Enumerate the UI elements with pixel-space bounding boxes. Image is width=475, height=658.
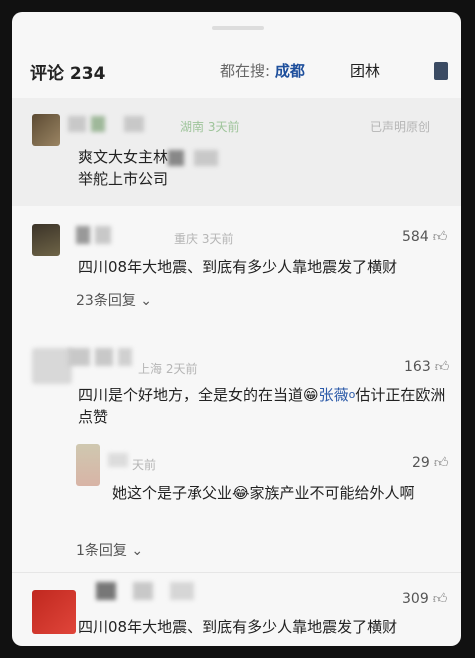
comment-text: 四川08年大地震、到底有多少人靠地震发了横财 xyxy=(78,258,398,276)
thumbs-up-icon[interactable]: 👍︎ xyxy=(433,590,448,607)
bookmark-icon[interactable] xyxy=(434,62,448,80)
comment-item[interactable]: 上海 2天前 163 👍︎ 四川是个好地方，全是女的在当道😁张薇o估计正在欧洲点赞… xyxy=(12,338,461,570)
avatar[interactable] xyxy=(32,114,60,146)
thumbs-up-icon[interactable]: 👍︎ xyxy=(433,228,448,245)
view-replies-button[interactable]: 1条回复 ⌄ xyxy=(76,540,143,560)
comment-location-time: 上海 2天前 xyxy=(138,362,198,376)
comments-sheet: 评论 234 都在搜: 成都 团林 湖南 3天前 已声明原创 爽文大女主林 举舵… xyxy=(12,12,461,646)
search-term-more[interactable]: 团林 xyxy=(350,60,380,81)
thumbs-up-icon[interactable]: 👍︎ xyxy=(435,358,450,375)
avatar[interactable] xyxy=(32,348,72,384)
comment-text: 爽文大女主林 举舵上市公司 xyxy=(78,146,219,190)
chevron-down-icon: ⌄ xyxy=(131,543,144,559)
search-term-link[interactable]: 成都 xyxy=(275,62,305,80)
divider xyxy=(12,572,461,573)
avatar[interactable] xyxy=(76,444,100,486)
sheet-drag-handle[interactable] xyxy=(212,26,264,30)
thumbs-up-icon[interactable]: 👍︎ xyxy=(434,454,449,471)
avatar[interactable] xyxy=(32,224,60,256)
trending-search[interactable]: 都在搜: 成都 xyxy=(220,60,305,81)
username-blurred[interactable] xyxy=(108,452,128,470)
like-count[interactable]: 163 👍︎ xyxy=(404,358,449,375)
comment-text: 四川08年大地震、到底有多少人靠地震发了横财 xyxy=(78,618,398,636)
comment-location-time: 湖南 3天前 xyxy=(180,120,240,134)
username-blurred[interactable] xyxy=(76,226,112,244)
mention-link[interactable]: 张薇 xyxy=(319,386,349,404)
like-count[interactable]: 309 👍︎ xyxy=(402,590,447,607)
reply-time: 天前 xyxy=(132,458,157,472)
username-blurred[interactable] xyxy=(68,116,145,134)
comment-item[interactable]: 重庆 3天前 584 👍︎ 四川08年大地震、到底有多少人靠地震发了横财 23条回… xyxy=(12,208,461,326)
reply-text: 她这个是子承父业😂家族产业不可能给外人啊 xyxy=(112,484,415,502)
comment-text: 四川是个好地方，全是女的在当道😁张薇o估计正在欧洲点赞 xyxy=(78,386,446,426)
like-count[interactable]: 584 👍︎ xyxy=(402,228,447,245)
original-declared-label: 已声明原创 xyxy=(370,120,431,134)
grin-emoji-icon: 😁 xyxy=(303,386,319,404)
search-prefix: 都在搜: xyxy=(220,62,275,80)
username-blurred[interactable] xyxy=(96,582,195,600)
comment-item[interactable]: 湖南 3天前 已声明原创 爽文大女主林 举舵上市公司 xyxy=(12,98,461,206)
like-count[interactable]: 29 👍︎ xyxy=(412,454,448,471)
comment-location-time: 重庆 3天前 xyxy=(174,232,234,246)
view-replies-button[interactable]: 23条回复 ⌄ xyxy=(76,290,152,310)
comment-item[interactable]: 309 👍︎ 四川08年大地震、到底有多少人靠地震发了横财 xyxy=(12,576,461,646)
username-blurred[interactable] xyxy=(68,348,133,366)
comments-header: 评论 234 都在搜: 成都 团林 xyxy=(12,50,461,94)
chevron-down-icon: ⌄ xyxy=(140,293,153,309)
comment-count-title: 评论 234 xyxy=(30,64,106,84)
laugh-emoji-icon: 😂 xyxy=(232,484,250,502)
avatar[interactable] xyxy=(32,590,76,634)
